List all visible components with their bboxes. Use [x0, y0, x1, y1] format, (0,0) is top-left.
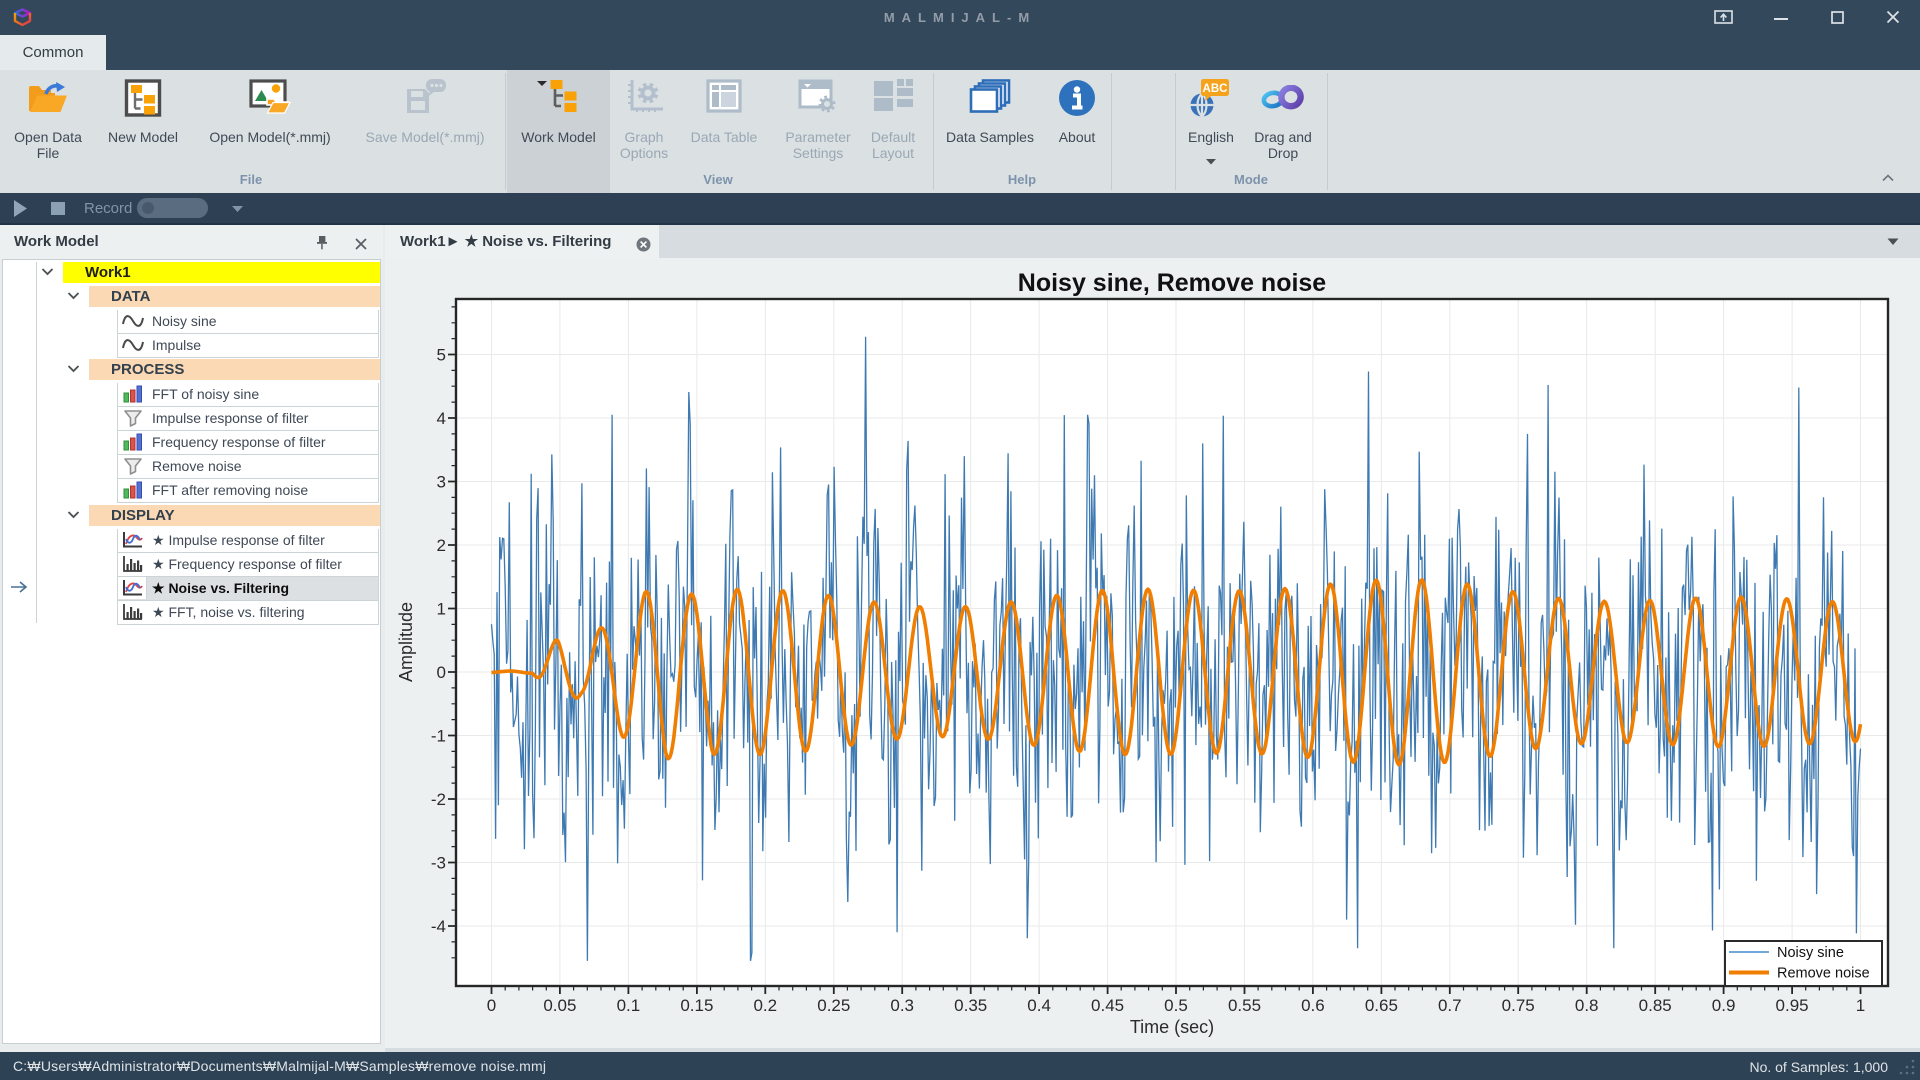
svg-text:3: 3: [437, 473, 446, 492]
svg-text:0.3: 0.3: [890, 996, 914, 1015]
svg-text:0.65: 0.65: [1365, 996, 1398, 1015]
svg-text:0.1: 0.1: [617, 996, 641, 1015]
svg-text:0.85: 0.85: [1639, 996, 1672, 1015]
svg-text:Amplitude: Amplitude: [396, 602, 416, 682]
svg-text:0.5: 0.5: [1164, 996, 1188, 1015]
svg-text:-3: -3: [431, 854, 446, 873]
svg-text:0.15: 0.15: [680, 996, 713, 1015]
svg-text:0.4: 0.4: [1027, 996, 1051, 1015]
svg-text:4: 4: [437, 409, 446, 428]
svg-text:1: 1: [437, 600, 446, 619]
svg-text:5: 5: [437, 346, 446, 365]
svg-text:2: 2: [437, 536, 446, 555]
svg-text:0.6: 0.6: [1301, 996, 1325, 1015]
svg-text:0.9: 0.9: [1712, 996, 1736, 1015]
svg-text:-4: -4: [431, 917, 446, 936]
svg-text:-1: -1: [431, 727, 446, 746]
svg-text:-2: -2: [431, 790, 446, 809]
svg-text:0.8: 0.8: [1575, 996, 1599, 1015]
svg-text:0.05: 0.05: [543, 996, 576, 1015]
svg-text:Remove noise: Remove noise: [1777, 966, 1870, 982]
svg-text:Noisy sine: Noisy sine: [1777, 945, 1844, 961]
svg-text:0.2: 0.2: [753, 996, 777, 1015]
svg-text:Time (sec): Time (sec): [1130, 1017, 1214, 1037]
svg-text:ABC: ABC: [1203, 83, 1228, 95]
svg-text:Noisy sine, Remove noise: Noisy sine, Remove noise: [1018, 269, 1327, 297]
svg-text:0.45: 0.45: [1091, 996, 1124, 1015]
svg-text:0: 0: [487, 996, 496, 1015]
svg-text:0.55: 0.55: [1228, 996, 1261, 1015]
svg-text:0: 0: [437, 663, 446, 682]
svg-text:0.75: 0.75: [1502, 996, 1535, 1015]
svg-text:1: 1: [1856, 996, 1865, 1015]
svg-text:0.25: 0.25: [817, 996, 850, 1015]
svg-text:0.35: 0.35: [954, 996, 987, 1015]
svg-text:0.95: 0.95: [1776, 996, 1809, 1015]
svg-text:0.7: 0.7: [1438, 996, 1462, 1015]
